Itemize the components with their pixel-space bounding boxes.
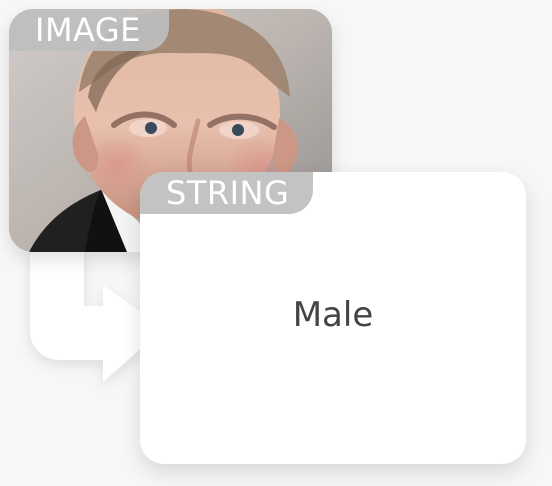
output-string-card: STRING Male	[140, 172, 526, 464]
classification-result: Male	[292, 295, 374, 335]
string-type-tag: STRING	[140, 172, 314, 214]
image-type-tag: IMAGE	[9, 9, 169, 51]
